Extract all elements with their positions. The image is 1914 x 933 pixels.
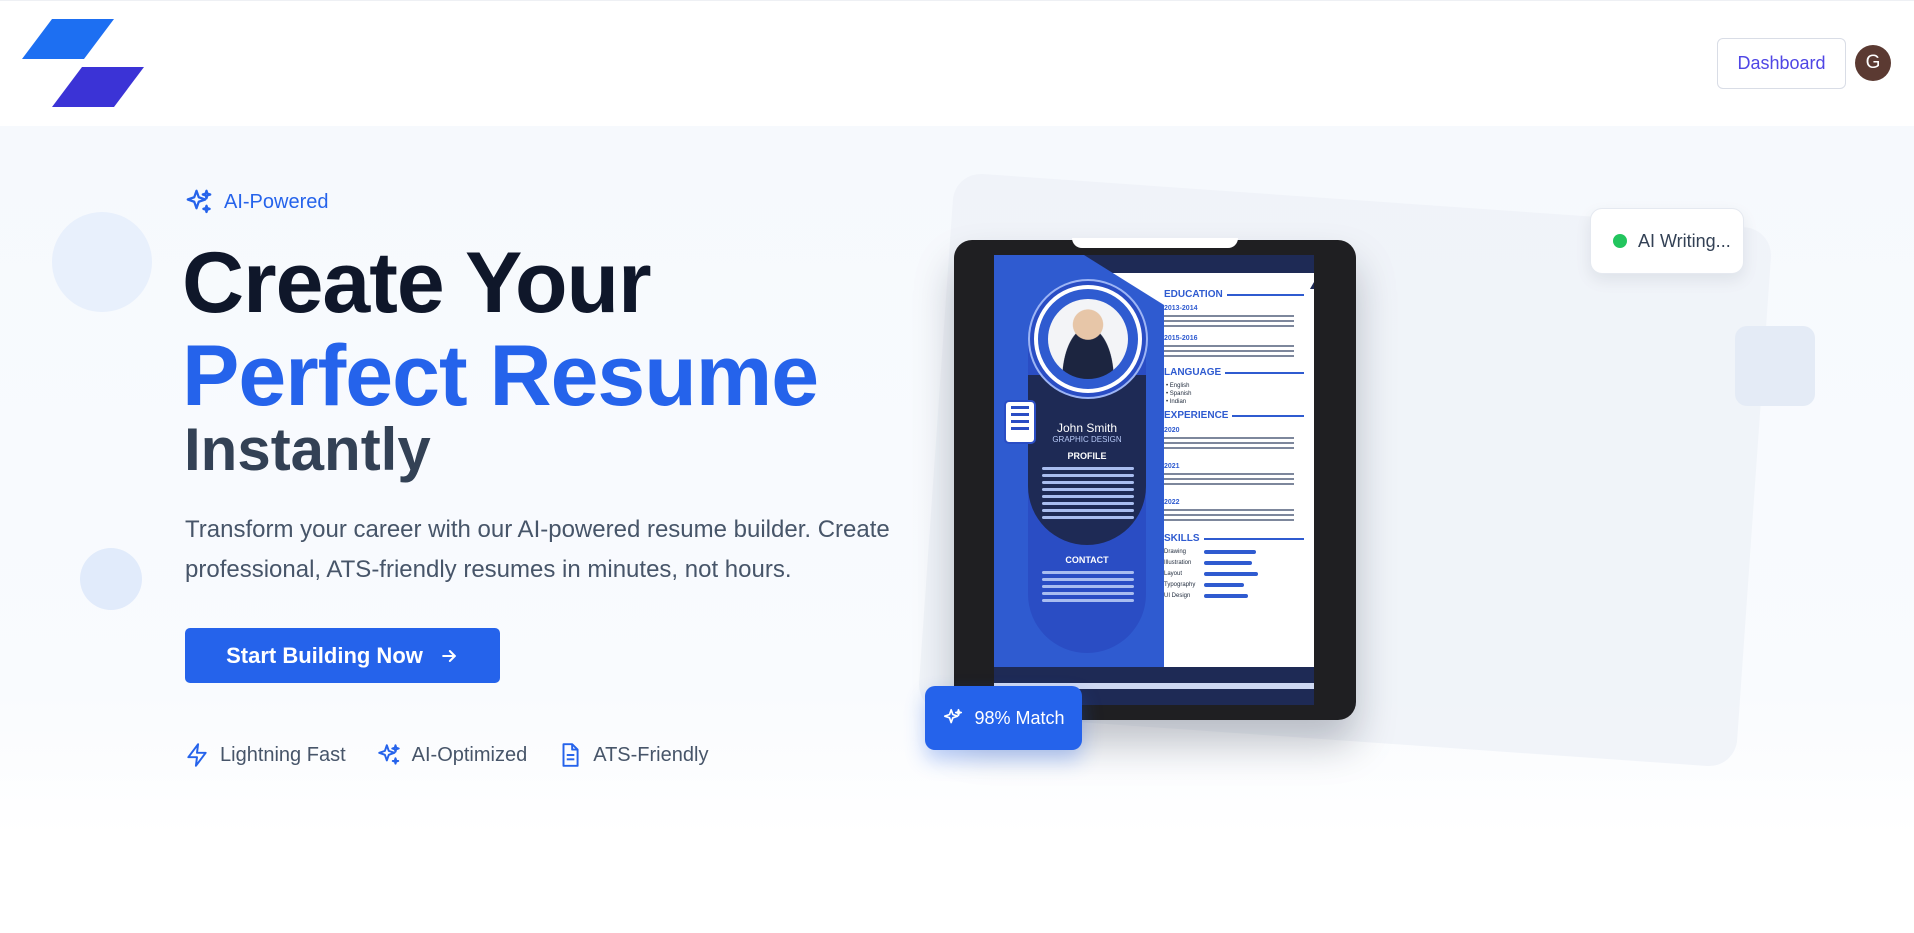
dashboard-button[interactable]: Dashboard bbox=[1717, 38, 1846, 89]
user-avatar[interactable]: G bbox=[1855, 45, 1891, 81]
status-label: AI Writing... bbox=[1638, 230, 1731, 251]
tablet-mockup: John Smith GRAPHIC DESIGN PROFILE CONTAC… bbox=[954, 238, 1356, 720]
resume-skills-heading: SKILLS bbox=[1164, 533, 1304, 544]
feature-item: Lightning Fast bbox=[184, 742, 346, 768]
decorative-circle bbox=[80, 548, 142, 610]
tablet-notch bbox=[1072, 238, 1238, 248]
status-dot bbox=[1613, 234, 1627, 248]
resume-experience-heading: EXPERIENCE bbox=[1164, 410, 1304, 421]
decorative-square bbox=[1735, 326, 1815, 406]
resume-edu-text bbox=[1164, 315, 1294, 330]
sparkles-icon bbox=[944, 708, 963, 724]
resume-exp-text bbox=[1164, 509, 1294, 524]
ai-writing-status: AI Writing... bbox=[1590, 208, 1744, 274]
feature-item: ATS-Friendly bbox=[557, 742, 708, 768]
feature-item: AI-Optimized bbox=[376, 742, 528, 768]
resume-exp-text bbox=[1164, 473, 1294, 488]
hero-description: Transform your career with our AI-powere… bbox=[185, 516, 890, 583]
resume-contact-text bbox=[1042, 571, 1134, 606]
document-icon bbox=[562, 743, 579, 767]
resume-skill: Layout bbox=[1164, 571, 1304, 577]
resume-skill: Illustration bbox=[1164, 560, 1304, 566]
resume-edu-text bbox=[1164, 345, 1294, 360]
resume-role: GRAPHIC DESIGN bbox=[1052, 435, 1122, 444]
resume-exp-year: 2021 bbox=[1164, 463, 1180, 470]
resume-edu-year: 2013-2014 bbox=[1164, 305, 1198, 312]
resume-exp-year: 2022 bbox=[1164, 499, 1180, 506]
resume-language-heading: LANGUAGE bbox=[1164, 367, 1304, 378]
lightning-icon bbox=[187, 743, 207, 767]
sparkles-icon bbox=[377, 744, 400, 765]
sparkles-icon bbox=[186, 189, 212, 214]
feature-list: Lightning Fast AI-Optimized ATS-Friendly bbox=[184, 742, 708, 768]
resume-edu-year: 2015-2016 bbox=[1164, 335, 1198, 342]
match-label: 98% Match bbox=[974, 707, 1065, 728]
resume-language: • Indian bbox=[1166, 399, 1187, 405]
feature-label: ATS-Friendly bbox=[593, 743, 709, 766]
resume-education-heading: EDUCATION bbox=[1164, 289, 1304, 300]
resume-preview: John Smith GRAPHIC DESIGN PROFILE CONTAC… bbox=[994, 255, 1314, 705]
arrow-right-icon bbox=[442, 649, 456, 662]
brand-logo[interactable] bbox=[22, 19, 144, 107]
cta-label: Start Building Now bbox=[226, 642, 423, 668]
feature-label: Lightning Fast bbox=[220, 743, 346, 766]
resume-exp-year: 2020 bbox=[1164, 427, 1180, 434]
landing-page: Dashboard G AI-Powered Create Your Perfe… bbox=[0, 0, 1914, 933]
hero-title-line3: Instantly bbox=[184, 416, 431, 483]
resume-name: John Smith bbox=[1056, 421, 1118, 435]
top-header: Dashboard G bbox=[0, 0, 1914, 126]
resume-profile-heading: PROFILE bbox=[1067, 451, 1107, 461]
resume-skill: UI Design bbox=[1164, 593, 1304, 599]
resume-contact-heading: CONTACT bbox=[1065, 555, 1109, 565]
ai-powered-badge: AI-Powered bbox=[184, 186, 329, 218]
hero-title-line2: Perfect Resume bbox=[182, 328, 819, 424]
match-score-badge: 98% Match bbox=[925, 686, 1082, 750]
person-portrait bbox=[1048, 299, 1128, 379]
resume-skill: Drawing bbox=[1164, 549, 1304, 555]
start-building-button[interactable]: Start Building Now bbox=[185, 628, 500, 683]
feature-label: AI-Optimized bbox=[411, 743, 528, 766]
resume-skill: Typography bbox=[1164, 582, 1304, 588]
resume-profile-text bbox=[1042, 467, 1134, 523]
hero-title-line1: Create Your bbox=[182, 235, 652, 331]
badge-label: AI-Powered bbox=[224, 190, 329, 213]
resume-photo bbox=[1034, 285, 1142, 393]
resume-exp-text bbox=[1164, 437, 1294, 452]
decorative-circle bbox=[52, 212, 152, 312]
